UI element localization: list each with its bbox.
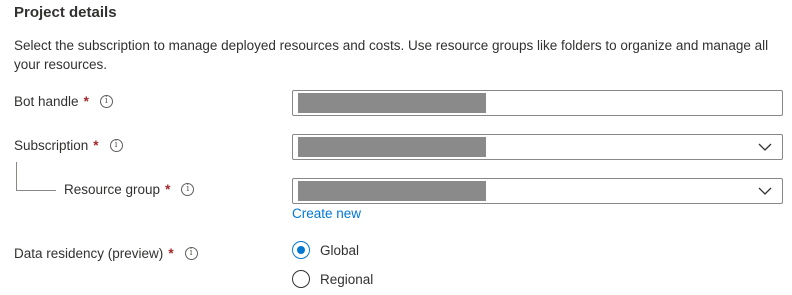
tree-connector [16,162,56,191]
required-asterisk: * [93,138,99,153]
resource-group-dropdown[interactable] [292,178,783,204]
radio-button-global[interactable] [292,241,310,259]
bot-handle-label-row: Bot handle * i [14,94,113,109]
subscription-label-row: Subscription * i [14,138,123,153]
info-icon[interactable]: i [181,183,195,196]
required-asterisk: * [168,246,174,261]
create-new-link[interactable]: Create new [292,206,361,221]
subscription-label: Subscription [14,138,89,153]
resource-group-label: Resource group [64,182,161,197]
bot-handle-input[interactable] [292,90,783,116]
redacted-value [298,181,486,201]
radio-option-global[interactable]: Global [292,241,359,259]
radio-option-regional[interactable]: Regional [292,270,373,288]
info-icon[interactable]: i [184,247,198,260]
chevron-down-icon[interactable] [757,183,773,199]
required-asterisk: * [83,94,89,109]
info-icon[interactable]: i [109,139,123,152]
required-asterisk: * [165,182,171,197]
radio-label-global: Global [320,242,360,258]
chevron-down-icon[interactable] [757,139,773,155]
section-title: Project details [14,4,117,21]
data-residency-label: Data residency (preview) [14,246,164,261]
radio-label-regional: Regional [320,271,374,287]
radio-button-regional[interactable] [292,270,310,288]
resource-group-label-row: Resource group * i [64,182,195,197]
redacted-value [298,137,486,157]
subscription-dropdown[interactable] [292,134,783,160]
section-description: Select the subscription to manage deploy… [14,38,769,72]
redacted-value [298,93,486,113]
data-residency-label-row: Data residency (preview) * i [14,246,198,261]
info-icon[interactable]: i [99,95,113,108]
bot-handle-label: Bot handle [14,94,79,109]
